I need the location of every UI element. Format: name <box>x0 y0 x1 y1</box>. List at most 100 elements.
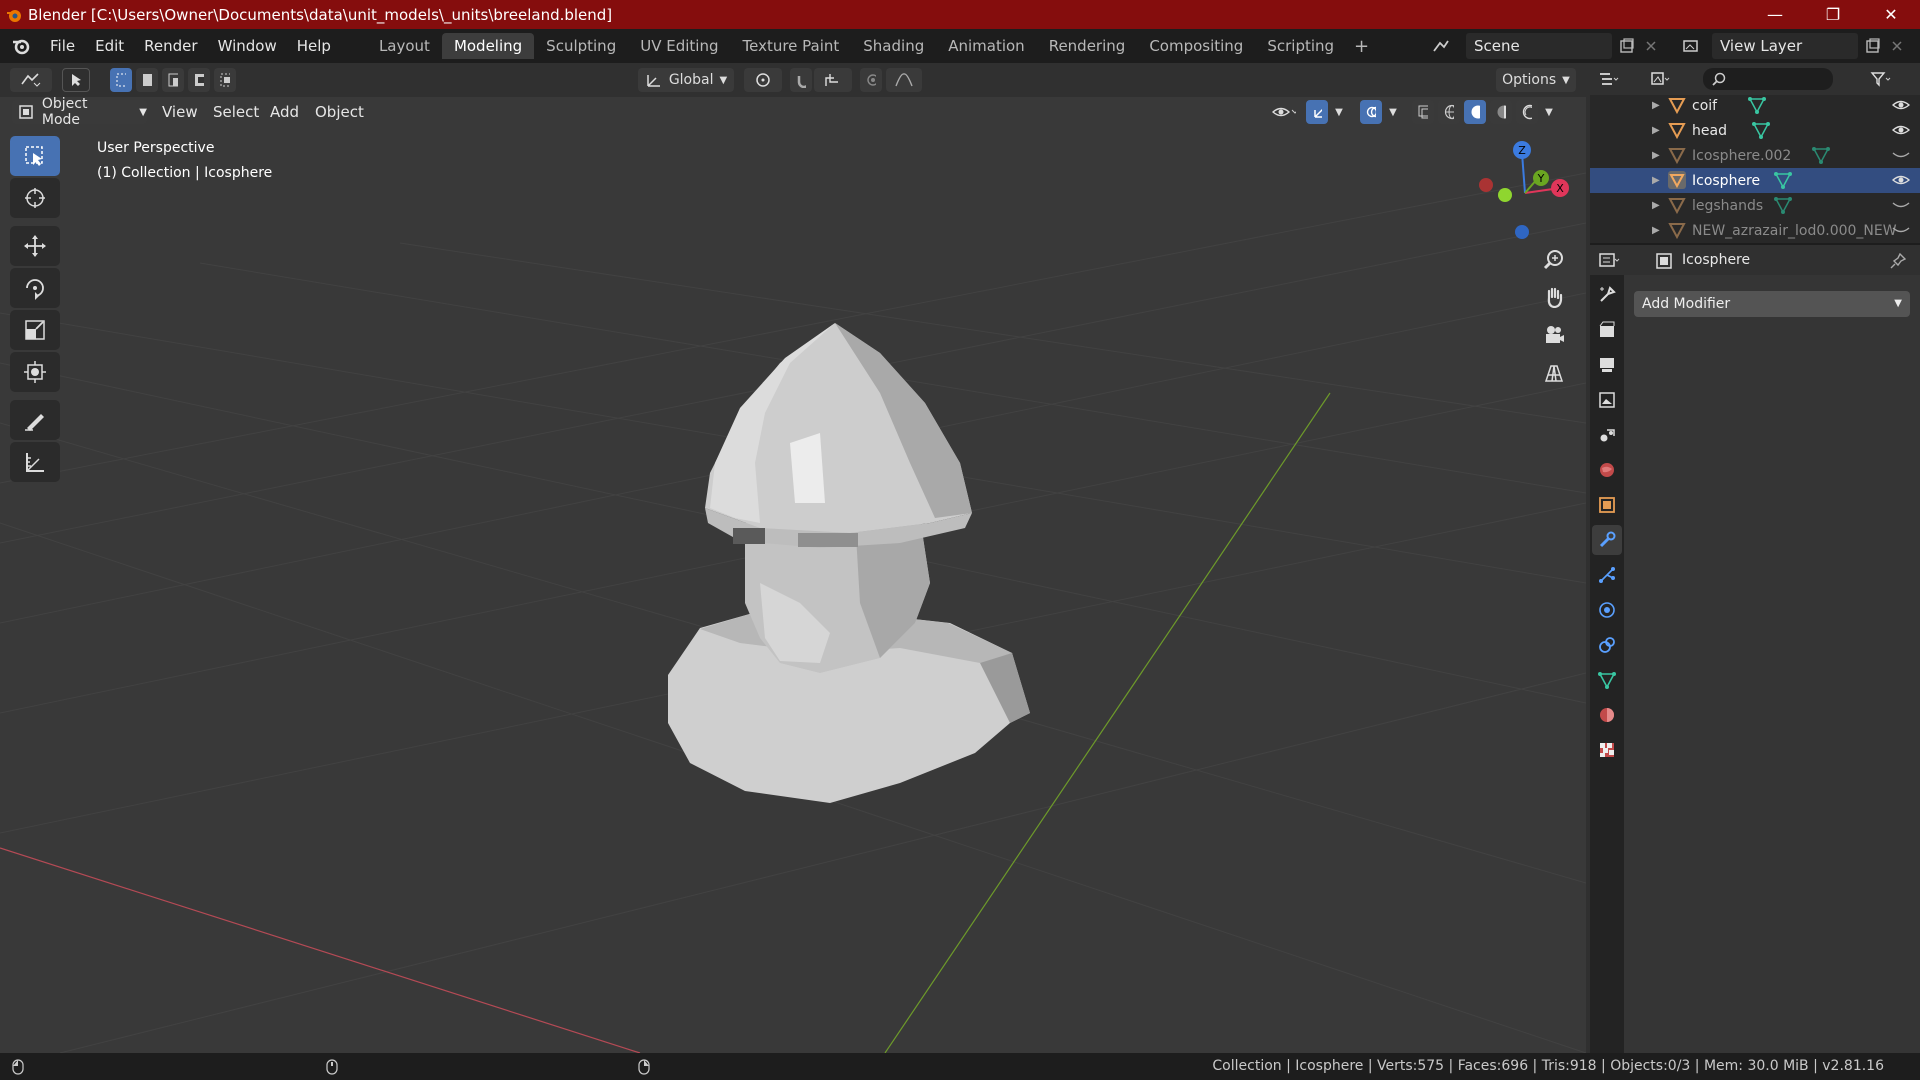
view-layer-icon[interactable] <box>1680 35 1702 57</box>
expand-arrow-icon[interactable]: ▶ <box>1652 125 1660 136</box>
tab-rendering[interactable]: Rendering <box>1037 33 1138 59</box>
tab-modeling[interactable]: Modeling <box>441 33 535 59</box>
eye-icon[interactable] <box>1892 123 1910 137</box>
filter-icon[interactable] <box>1870 68 1892 90</box>
expand-arrow-icon[interactable]: ▶ <box>1652 175 1660 186</box>
zoom-icon[interactable] <box>1538 243 1570 275</box>
menu-help[interactable]: Help <box>287 37 341 55</box>
outliner-row-legshands[interactable]: ▶ legshands <box>1590 193 1920 218</box>
eye-icon[interactable] <box>1892 98 1910 112</box>
outliner-row-coif[interactable]: ▶ coif <box>1590 93 1920 118</box>
snap-icon[interactable] <box>790 68 812 92</box>
3d-viewport[interactable]: Global ▼ Options ▼ Object Mode ▼ View Se… <box>0 63 1586 1053</box>
mesh-data-icon[interactable] <box>1774 171 1792 189</box>
outliner-editor-type-icon[interactable] <box>1598 68 1620 90</box>
minimize-button[interactable]: — <box>1746 0 1804 29</box>
perspective-toggle-icon[interactable] <box>1538 357 1570 389</box>
expand-arrow-icon[interactable]: ▶ <box>1652 150 1660 161</box>
select-mode-new-icon[interactable] <box>110 68 132 92</box>
eye-hidden-icon[interactable] <box>1892 148 1910 162</box>
chevron-down-icon[interactable]: ▼ <box>1542 100 1556 124</box>
transform-tool-icon[interactable] <box>10 352 60 392</box>
close-button[interactable]: ✕ <box>1862 0 1920 29</box>
transform-orientation-dropdown[interactable]: Global ▼ <box>638 68 734 92</box>
object-mode-dropdown[interactable]: Object Mode ▼ <box>12 96 147 128</box>
tab-uv-editing[interactable]: UV Editing <box>628 33 730 59</box>
tab-texture-paint[interactable]: Texture Paint <box>730 33 851 59</box>
material-tab-icon[interactable] <box>1592 700 1622 730</box>
chevron-down-icon[interactable]: ▼ <box>1332 100 1346 124</box>
shading-rendered-icon[interactable] <box>1516 100 1538 124</box>
expand-arrow-icon[interactable]: ▶ <box>1652 225 1660 236</box>
object-tab-icon[interactable] <box>1592 490 1622 520</box>
pivot-point-icon[interactable] <box>744 68 782 92</box>
new-view-layer-icon[interactable] <box>1862 35 1884 57</box>
snap-target-icon[interactable] <box>814 68 852 92</box>
cursor-tool-icon[interactable] <box>10 178 60 218</box>
expand-arrow-icon[interactable]: ▶ <box>1652 200 1660 211</box>
view-layer-tab-icon[interactable] <box>1592 385 1622 415</box>
scale-tool-icon[interactable] <box>10 310 60 350</box>
expand-arrow-icon[interactable]: ▶ <box>1652 100 1660 111</box>
delete-scene-icon[interactable] <box>1640 35 1662 57</box>
delete-view-layer-icon[interactable] <box>1886 35 1908 57</box>
select-mode-invert-icon[interactable] <box>188 68 210 92</box>
outliner-row-icosphere[interactable]: ▶ Icosphere <box>1590 168 1920 193</box>
menu-render[interactable]: Render <box>134 37 207 55</box>
outliner-search-input[interactable] <box>1703 68 1833 90</box>
menu-window[interactable]: Window <box>208 37 287 55</box>
shading-solid-icon[interactable] <box>1464 100 1486 124</box>
world-tab-icon[interactable] <box>1592 455 1622 485</box>
chevron-down-icon[interactable]: ▼ <box>1386 100 1400 124</box>
outliner-row-new-azrazair[interactable]: ▶ NEW_azrazair_lod0.000_NEW <box>1590 218 1920 243</box>
select-box-tool-icon[interactable] <box>10 136 60 176</box>
rotate-tool-icon[interactable] <box>10 268 60 308</box>
select-tool-icon[interactable] <box>62 68 90 92</box>
texture-tab-icon[interactable] <box>1592 735 1622 765</box>
viewport-menu-select[interactable]: Select <box>213 100 259 124</box>
tab-compositing[interactable]: Compositing <box>1137 33 1255 59</box>
particles-tab-icon[interactable] <box>1592 560 1622 590</box>
outliner-row-icosphere-002[interactable]: ▶ Icosphere.002 <box>1590 143 1920 168</box>
annotate-tool-icon[interactable] <box>10 400 60 440</box>
viewport-menu-object[interactable]: Object <box>315 100 364 124</box>
tab-animation[interactable]: Animation <box>936 33 1036 59</box>
gizmo-toggle-icon[interactable] <box>1306 100 1328 124</box>
add-workspace-button[interactable]: + <box>1346 36 1377 57</box>
menu-file[interactable]: File <box>40 37 85 55</box>
viewport-menu-add[interactable]: Add <box>270 100 299 124</box>
pin-icon[interactable] <box>1890 253 1906 269</box>
move-tool-icon[interactable] <box>10 226 60 266</box>
display-mode-icon[interactable] <box>1650 68 1672 90</box>
camera-view-icon[interactable] <box>1538 319 1570 351</box>
mesh-data-icon[interactable] <box>1812 146 1830 164</box>
eye-hidden-icon[interactable] <box>1892 198 1910 212</box>
options-dropdown[interactable]: Options ▼ <box>1496 68 1576 92</box>
xray-toggle-icon[interactable] <box>1412 100 1434 124</box>
eye-hidden-icon[interactable] <box>1892 223 1910 237</box>
tab-scripting[interactable]: Scripting <box>1255 33 1346 59</box>
mesh-data-tab-icon[interactable] <box>1592 665 1622 695</box>
new-scene-icon[interactable] <box>1616 35 1638 57</box>
overlays-toggle-icon[interactable] <box>1360 100 1382 124</box>
pan-hand-icon[interactable] <box>1538 281 1570 313</box>
tool-settings-tab-icon[interactable] <box>1592 280 1622 310</box>
properties-editor-type-icon[interactable] <box>1598 249 1620 271</box>
measure-tool-icon[interactable] <box>10 442 60 482</box>
select-mode-subtract-icon[interactable] <box>162 68 184 92</box>
select-mode-extend-icon[interactable] <box>136 68 158 92</box>
visibility-filter-icon[interactable] <box>1266 100 1302 124</box>
maximize-button[interactable]: ❐ <box>1804 0 1862 29</box>
eye-icon[interactable] <box>1892 173 1910 187</box>
menu-edit[interactable]: Edit <box>85 37 134 55</box>
add-modifier-dropdown[interactable]: Add Modifier ▼ <box>1634 291 1910 317</box>
outliner-row-head[interactable]: ▶ head <box>1590 118 1920 143</box>
shading-material-icon[interactable] <box>1490 100 1512 124</box>
proportional-editing-icon[interactable] <box>860 68 882 92</box>
tab-layout[interactable]: Layout <box>367 33 442 59</box>
mesh-data-icon[interactable] <box>1752 121 1770 139</box>
blender-menu-icon[interactable] <box>10 35 32 57</box>
scene-tab-icon[interactable] <box>1592 420 1622 450</box>
select-mode-intersect-icon[interactable] <box>214 68 236 92</box>
constraints-tab-icon[interactable] <box>1592 630 1622 660</box>
